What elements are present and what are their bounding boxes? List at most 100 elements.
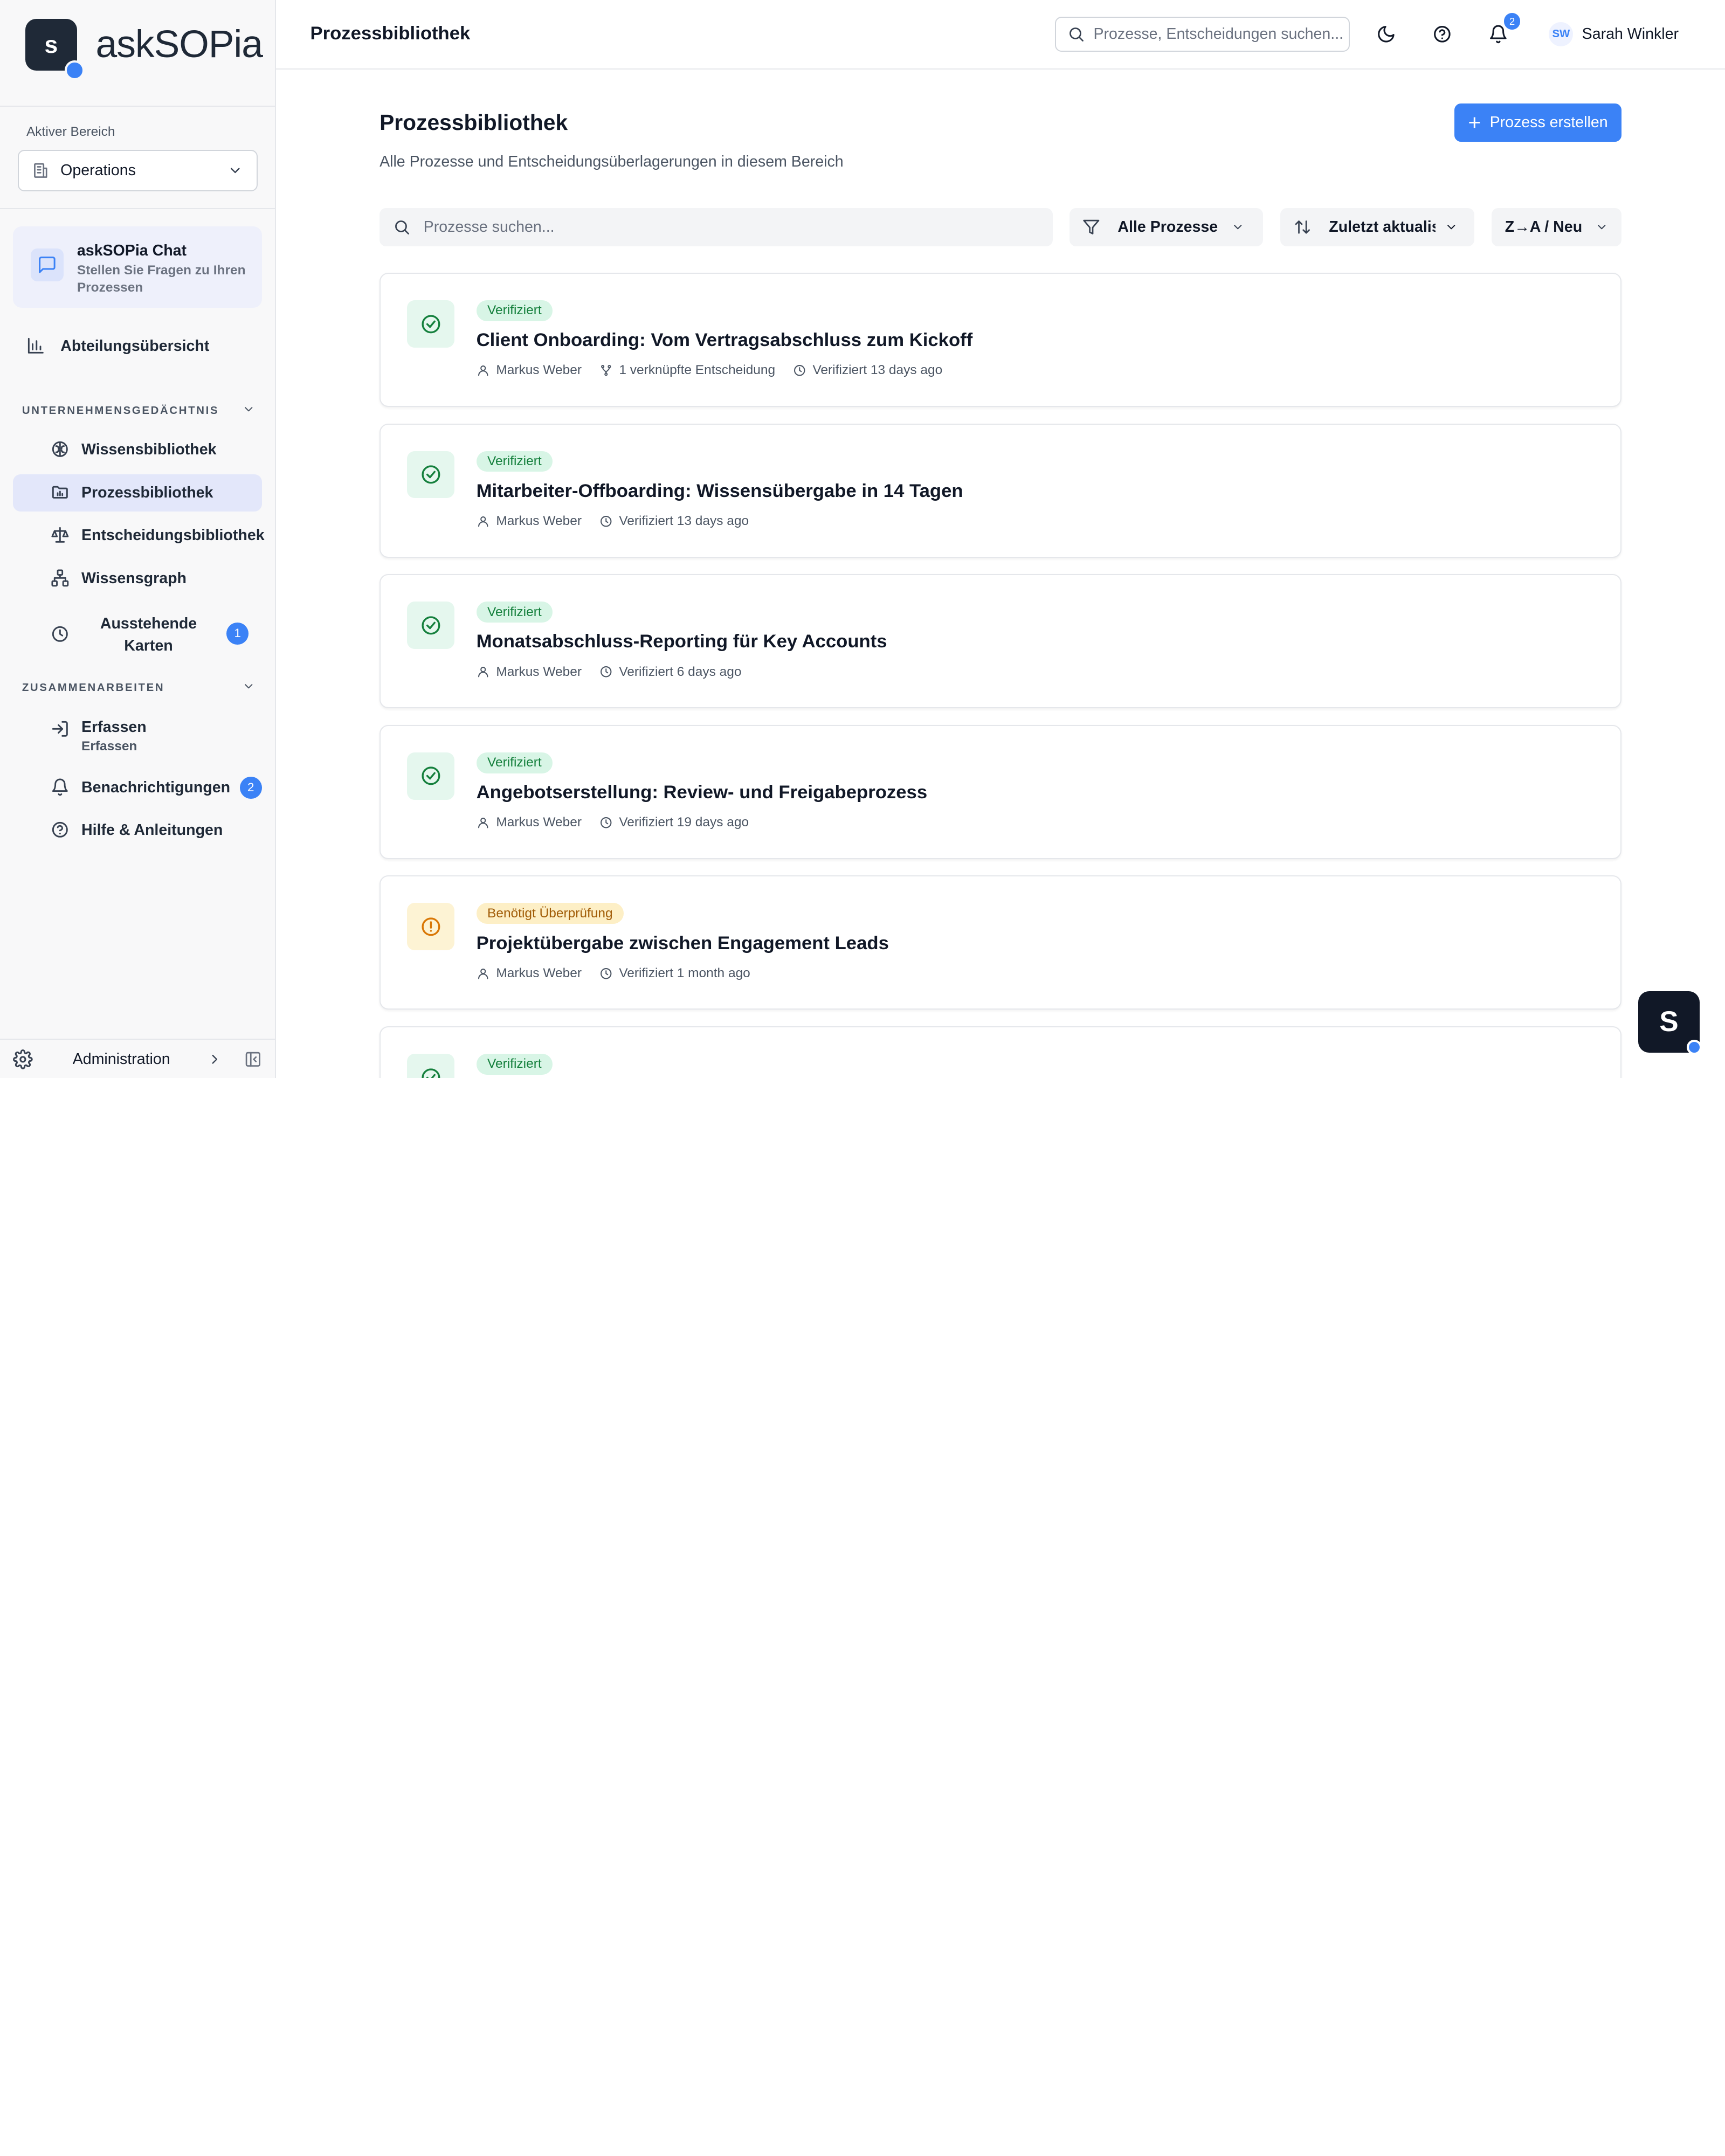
sort-arrows-icon (1295, 220, 1310, 234)
fab-letter: S (1659, 1006, 1679, 1038)
verified-check-icon (407, 752, 454, 800)
global-search-input[interactable]: Prozesse, Entscheidungen suchen... (1055, 16, 1350, 52)
building-icon (34, 163, 47, 178)
admin-link[interactable]: Administration (73, 1051, 170, 1068)
chat-icon (31, 248, 64, 282)
sidebar-footer: Administration (0, 1038, 275, 1078)
status-badge: Verifiziert (476, 300, 553, 321)
sidebar-item-overview[interactable]: Abteilungsübersicht (13, 328, 261, 365)
process-search-input[interactable]: Prozesse suchen... (380, 208, 1053, 247)
chat-subtitle: Stellen Sie Fragen zu Ihren Prozessen (77, 262, 246, 295)
bell-icon[interactable] (1488, 24, 1508, 44)
area-select[interactable]: Operations (17, 149, 258, 192)
process-card[interactable]: Verifiziert Client Onboarding: Vom Vertr… (380, 273, 1622, 407)
avatar[interactable]: SW (1549, 22, 1574, 46)
verified-time: Verifiziert 1 month ago (619, 965, 750, 980)
sidebar-item-entscheidungsbibliothek[interactable]: Entscheidungsbibliothek (13, 517, 265, 554)
process-card[interactable]: Verifiziert Angebotserstellung: Review- … (380, 724, 1622, 859)
order-label: Z→A / Neu (1505, 218, 1582, 236)
gear-icon[interactable] (13, 1049, 33, 1069)
main-heading: Prozessbibliothek (380, 110, 568, 135)
user-name[interactable]: Sarah Winkler (1582, 25, 1679, 43)
count-badge: 1 (226, 623, 249, 645)
sidebar-item-wissensbibliothek[interactable]: Wissensbibliothek (13, 431, 261, 468)
clock-icon (600, 515, 612, 527)
user-icon (478, 365, 488, 376)
sidebar-item-label: Abteilungsübersicht (60, 337, 210, 355)
area-label: Aktiver Bereich (26, 124, 115, 139)
area-select-value: Operations (60, 161, 136, 179)
sidebar-item-benachrichtigungen[interactable]: Benachrichtigungen 2 (13, 769, 262, 806)
status-badge: Verifiziert (476, 752, 553, 773)
scale-icon (51, 527, 69, 543)
sidebar-item-wissensgraph[interactable]: Wissensgraph (13, 560, 261, 597)
chevron-down-icon (245, 407, 253, 412)
process-card[interactable]: Verifiziert Monatsabschluss-Reporting fü… (380, 574, 1622, 709)
verified-time: Verifiziert 6 days ago (619, 664, 742, 679)
sidebar-item-ausstehende-karten[interactable]: Ausstehende Karten 1 (13, 611, 261, 659)
sidebar-item-label: Prozessbibliothek (81, 483, 213, 501)
search-placeholder: Prozesse suchen... (423, 218, 555, 236)
process-title[interactable]: Monatsabschluss-Reporting für Key Accoun… (477, 631, 887, 652)
chevron-down-icon (245, 684, 253, 689)
chevron-down-icon (1233, 225, 1242, 230)
brand-name-bold: SOPia (154, 22, 263, 66)
count-badge: 2 (239, 776, 262, 799)
clock-icon (600, 817, 612, 828)
chevron-right-icon[interactable] (207, 1052, 223, 1067)
login-icon (52, 721, 68, 737)
process-card[interactable]: Verifiziert (380, 1026, 1622, 1078)
folder-chart-icon (52, 486, 68, 499)
search-placeholder: Prozesse, Entscheidungen suchen... (1093, 25, 1344, 43)
brand-name-light: ask (95, 22, 155, 66)
logo-letter: s (44, 30, 58, 58)
process-title[interactable]: Mitarbeiter-Offboarding: Wissensübergabe… (477, 481, 963, 502)
verified-time: Verifiziert 13 days ago (619, 514, 749, 528)
process-card[interactable]: Benötigt Überprüfung Projektübergabe zwi… (380, 875, 1622, 1010)
section-header-memory[interactable]: UNTERNEHMENSGEDÄCHTNIS (22, 405, 256, 417)
help-icon[interactable] (1432, 24, 1452, 44)
chevron-down-icon (231, 168, 240, 174)
sidebar-item-erfassen[interactable]: Erfassen Erfassen (13, 715, 261, 759)
order-dropdown[interactable]: Z→A / Neu (1492, 208, 1622, 247)
create-process-button[interactable]: + Prozess erstellen (1454, 103, 1622, 142)
app-root: s askSOPia Aktiver Bereich Operations as… (0, 0, 1725, 1078)
sidebar-item-hilfe[interactable]: Hilfe & Anleitungen (13, 812, 261, 849)
filter-dropdown[interactable]: Alle Prozesse (1069, 208, 1263, 247)
status-badge: Verifiziert (476, 602, 553, 623)
card-meta: Markus Weber Verifiziert 13 days ago (477, 514, 767, 529)
chat-card[interactable]: askSOPia Chat Stellen Sie Fragen zu Ihre… (13, 226, 262, 308)
sidebar-item-label: Erfassen (81, 718, 147, 736)
moon-icon[interactable] (1376, 24, 1396, 44)
section-label: UNTERNEHMENSGEDÄCHTNIS (22, 405, 219, 417)
sidebar: s askSOPia Aktiver Bereich Operations as… (0, 0, 277, 1078)
chat-title: askSOPia Chat (77, 241, 187, 259)
process-title[interactable]: Projektübergabe zwischen Engagement Lead… (477, 933, 889, 954)
sort-label: Zuletzt aktualis (1329, 218, 1436, 236)
process-card[interactable]: Verifiziert Mitarbeiter-Offboarding: Wis… (380, 423, 1622, 558)
logo-dot (65, 60, 85, 80)
assistant-fab[interactable]: S (1638, 991, 1702, 1055)
card-meta: Markus Weber 1 verknüpfte Entscheidung V… (477, 363, 960, 378)
author: Markus Weber (496, 363, 582, 378)
section-label: ZUSAMMENARBEITEN (22, 682, 165, 694)
notification-badge: 2 (1503, 13, 1521, 30)
sidebar-item-prozessbibliothek[interactable]: Prozessbibliothek (13, 474, 262, 512)
collapse-sidebar-icon[interactable] (244, 1051, 262, 1068)
filter-label: Alle Prozesse (1117, 218, 1218, 236)
sidebar-item-label: Wissensbibliothek (81, 441, 217, 459)
status-badge: Verifiziert (476, 1054, 553, 1075)
create-process-label: Prozess erstellen (1489, 114, 1608, 132)
process-title[interactable]: Angebotserstellung: Review- und Freigabe… (477, 782, 928, 803)
sort-dropdown[interactable]: Zuletzt aktualis (1280, 208, 1474, 247)
verified-check-icon (407, 451, 454, 499)
git-branch-icon (601, 365, 611, 376)
fab-dot (1686, 1039, 1702, 1055)
clock-icon (52, 626, 68, 642)
section-header-collab[interactable]: ZUSAMMENARBEITEN (22, 682, 256, 694)
sidebar-item-label: Benachrichtigungen (81, 778, 231, 796)
process-title[interactable]: Client Onboarding: Vom Vertragsabschluss… (477, 330, 973, 351)
status-badge: Benötigt Überprüfung (476, 903, 624, 924)
sidebar-item-label: Ausstehende Karten (100, 614, 197, 654)
network-icon (51, 569, 69, 587)
